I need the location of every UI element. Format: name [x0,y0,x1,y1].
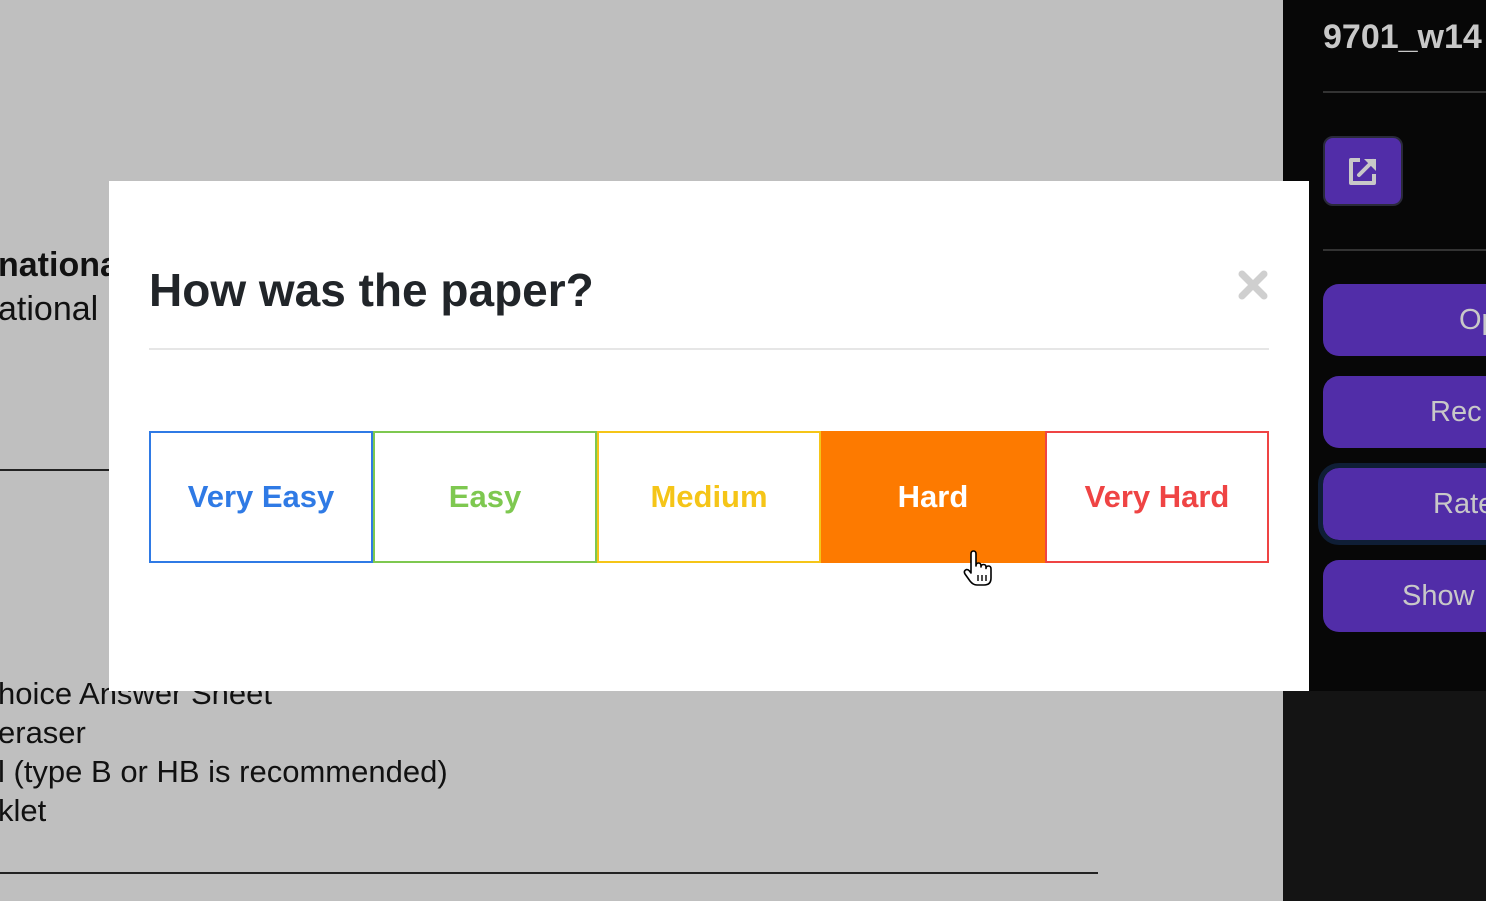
modal-title: How was the paper? [149,264,594,316]
list-item: l (type B or HB is recommended) [0,754,448,789]
sidebar-button-rate[interactable]: Rate [1318,463,1486,545]
list-item: eraser [0,715,86,750]
sidebar-button-label: Show [1402,579,1475,612]
document-materials-list: hoice Answer Sheet eraser l (type B or H… [0,674,448,830]
rating-option-medium[interactable]: Medium [597,431,821,563]
sidebar-divider [1323,249,1486,251]
sidebar-button-label: Op [1459,303,1486,336]
rating-option-easy[interactable]: Easy [373,431,597,563]
list-item: klet [0,793,47,828]
close-icon [1238,270,1268,300]
sidebar-button-label: Rec [1430,395,1482,428]
sidebar-button-open[interactable]: Op [1323,284,1486,356]
sidebar-footer-area [1283,691,1486,901]
document-divider [0,872,1098,874]
external-link-icon [1349,158,1376,185]
rating-option-very-easy[interactable]: Very Easy [149,431,373,563]
modal-divider [149,348,1269,350]
sidebar-button-show[interactable]: Show [1323,560,1486,632]
rating-modal: How was the paper? Very Easy Easy Medium… [109,181,1309,691]
close-button[interactable] [1233,265,1273,305]
open-external-button[interactable] [1323,136,1403,206]
sidebar-button-label: Rate [1433,487,1486,520]
rating-option-very-hard[interactable]: Very Hard [1045,431,1269,563]
sidebar-button-recent[interactable]: Rec [1323,376,1486,448]
sidebar-divider [1323,91,1486,93]
rating-option-hard[interactable]: Hard [821,431,1045,563]
document-subheading: ational [0,290,99,328]
document-heading: nationa [0,246,119,284]
difficulty-options: Very Easy Easy Medium Hard Very Hard [149,431,1269,563]
paper-title: 9701_w14 [1323,18,1482,56]
sidebar: 9701_w14 Op Rec Rate Show [1283,0,1486,691]
